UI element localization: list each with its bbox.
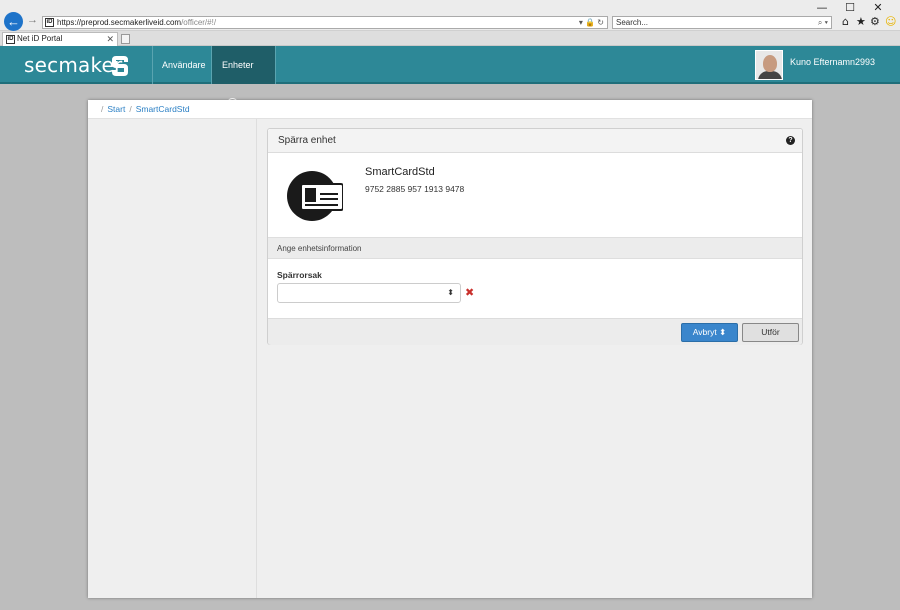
cancel-button[interactable]: Avbryt ⬍ bbox=[681, 323, 738, 342]
block-device-panel: Spärra enhet ? SmartCardStd 9752 2885 95… bbox=[267, 128, 803, 345]
breadcrumb-separator: / bbox=[101, 104, 104, 114]
url-host: https://preprod.secmakerliveid.com bbox=[57, 18, 182, 27]
browser-search-input[interactable]: Search... ⌕ ▾ bbox=[612, 16, 832, 29]
back-arrow-icon[interactable]: ← bbox=[4, 12, 23, 31]
site-favicon-icon: iD bbox=[45, 18, 54, 27]
user-name[interactable]: Kuno Efternamn2993 bbox=[790, 56, 875, 68]
smartcard-icon bbox=[287, 171, 343, 221]
url-path: /officer/#!/ bbox=[181, 18, 217, 27]
cancel-button-label: Avbryt bbox=[692, 327, 717, 337]
tab-favicon-icon: iD bbox=[6, 35, 15, 44]
device-serial: 9752 2885 957 1913 9478 bbox=[365, 184, 465, 194]
app-header: secmaker Användare Enheter1 Kuno Efterna… bbox=[0, 46, 900, 109]
breadcrumb-start[interactable]: Start bbox=[107, 104, 125, 114]
panel-header: Spärra enhet ? bbox=[268, 129, 802, 153]
breadcrumb-device[interactable]: SmartCardStd bbox=[136, 104, 190, 114]
left-sidebar bbox=[88, 119, 257, 598]
tab-close-icon[interactable]: ✕ bbox=[106, 33, 114, 45]
search-placeholder: Search... bbox=[616, 18, 649, 27]
browser-tab[interactable]: iD Net iD Portal ✕ bbox=[2, 32, 118, 46]
reason-select[interactable]: ⬍ bbox=[277, 283, 461, 303]
search-icon[interactable]: ⌕ ▾ bbox=[818, 17, 828, 28]
caret-updown-icon: ⬍ bbox=[719, 327, 727, 337]
tab-title: Net iD Portal bbox=[17, 34, 63, 43]
browser-chrome: — ☐ ✕ ← → iD https://preprod.secmakerliv… bbox=[0, 0, 900, 31]
nav-label-users: Användare bbox=[162, 60, 206, 70]
secmaker-logo-icon bbox=[112, 56, 128, 76]
window-controls: — ☐ ✕ bbox=[808, 2, 892, 14]
breadcrumb-separator: / bbox=[129, 104, 132, 114]
required-x-icon: ✖ bbox=[465, 286, 475, 299]
nav-label-devices: Enheter bbox=[222, 60, 254, 70]
breadcrumb: / Start / SmartCardStd bbox=[88, 100, 812, 119]
new-tab-button[interactable] bbox=[121, 34, 130, 44]
content-card: / Start / SmartCardStd Spärra enhet ? Smart… bbox=[88, 100, 812, 598]
settings-gear-icon[interactable]: ⚙ bbox=[870, 15, 880, 28]
address-bar[interactable]: iD https://preprod.secmakerliveid.com/of… bbox=[42, 16, 608, 29]
panel-title: Spärra enhet bbox=[278, 135, 336, 146]
close-window-icon[interactable]: ✕ bbox=[864, 2, 892, 14]
avatar[interactable] bbox=[755, 50, 783, 80]
minimize-icon[interactable]: — bbox=[808, 2, 836, 14]
tab-bar: iD Net iD Portal ✕ bbox=[0, 31, 900, 46]
maximize-icon[interactable]: ☐ bbox=[836, 2, 864, 14]
logo[interactable]: secmaker bbox=[24, 53, 122, 77]
smiley-feedback-icon[interactable]: ☺ bbox=[885, 15, 896, 28]
section-title: Ange enhetsinformation bbox=[268, 237, 802, 259]
forward-arrow-icon[interactable]: → bbox=[27, 14, 38, 26]
address-controls[interactable]: ▾ 🔒 ↻ bbox=[579, 17, 604, 28]
reason-label: Spärrorsak bbox=[277, 270, 322, 280]
nav-item-devices[interactable]: Enheter1 bbox=[212, 46, 275, 109]
panel-footer: Avbryt ⬍ Utför bbox=[268, 318, 802, 345]
select-arrows-icon: ⬍ bbox=[447, 288, 454, 297]
help-icon[interactable]: ? bbox=[786, 136, 795, 145]
submit-button[interactable]: Utför bbox=[742, 323, 799, 342]
device-name: SmartCardStd bbox=[365, 166, 435, 178]
favorites-star-icon[interactable]: ★ bbox=[856, 15, 866, 28]
nav-item-users[interactable]: Användare bbox=[152, 46, 211, 84]
nav-divider bbox=[275, 46, 276, 84]
home-icon[interactable]: ⌂ bbox=[842, 15, 849, 28]
